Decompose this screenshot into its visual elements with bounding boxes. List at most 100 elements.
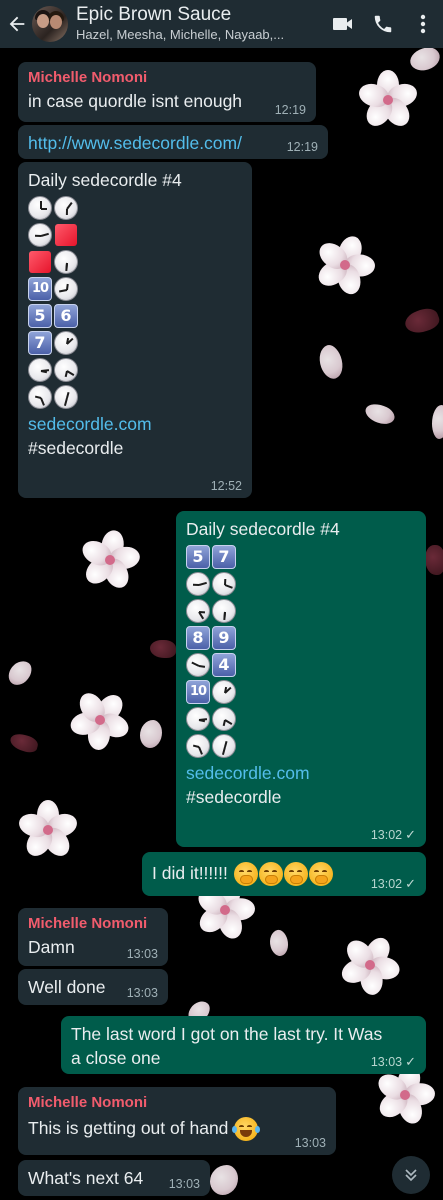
clock-emoji-icon	[28, 384, 52, 409]
emoji-group	[233, 862, 333, 887]
message-time: 13:03	[294, 1136, 326, 1150]
grid-row	[28, 383, 242, 410]
grid-row	[186, 732, 416, 759]
hand-over-mouth-face-icon	[308, 862, 333, 887]
message-time: 12:19	[286, 140, 318, 154]
grid-row	[186, 597, 416, 624]
grid-row: 89	[186, 624, 416, 651]
clock-emoji-icon	[212, 598, 236, 623]
number-keycap-emoji: 5	[186, 544, 210, 569]
message-time: 13:02 ✓	[370, 876, 416, 892]
clock-emoji-icon	[54, 195, 78, 220]
chat-title: Epic Brown Sauce	[76, 4, 232, 25]
message-text: I did it!!!!!!	[152, 863, 228, 883]
grid-row	[186, 705, 416, 732]
clock-emoji-icon	[54, 330, 78, 355]
red-square-emoji-icon	[55, 223, 77, 246]
number-keycap-emoji: 6	[54, 303, 78, 328]
read-check-icon: ✓	[405, 827, 416, 842]
message-bubble-incoming[interactable]: http://www.sedecordle.com/ 12:19	[18, 125, 328, 159]
message-bubble-incoming[interactable]: Daily sedecordle #4 10 5 6 7 sedecordle.com…	[18, 162, 252, 498]
chat-header: Epic Brown Sauce Hazel, Meesha, Michelle…	[0, 0, 443, 48]
message-bubble-incoming[interactable]: What's next 64 13:03	[18, 1160, 210, 1196]
grid-row: 4	[186, 651, 416, 678]
clock-emoji-icon	[28, 357, 52, 382]
number-keycap-emoji: 7	[212, 544, 236, 569]
clock-emoji-icon	[54, 249, 78, 274]
petal-decoration	[8, 731, 40, 755]
message-text: This is getting out of hand	[28, 1118, 229, 1138]
clock-emoji-icon	[28, 222, 52, 247]
message-bubble-incoming[interactable]: Michelle Nomoni Damn 13:03	[18, 908, 168, 966]
read-check-icon: ✓	[405, 876, 416, 891]
message-bubble-incoming[interactable]: Michelle Nomoni in case quordle isnt eno…	[18, 62, 316, 122]
message-link[interactable]: sedecordle.com	[28, 412, 242, 436]
grid-row: 56	[28, 302, 242, 329]
grid-row	[28, 356, 242, 383]
chat-title-area[interactable]: Epic Brown Sauce Hazel, Meesha, Michelle…	[76, 4, 323, 44]
result-grid: 10 5 6 7	[28, 194, 242, 410]
number-keycap-emoji: 5	[28, 303, 52, 328]
sender-name: Michelle Nomoni	[28, 69, 148, 86]
hashtag: #sedecordle	[28, 438, 124, 458]
red-square-emoji-icon	[29, 250, 51, 273]
clock-emoji-icon	[54, 357, 78, 382]
clock-emoji-icon	[186, 598, 210, 623]
message-time: 13:03	[126, 986, 158, 1000]
number-keycap-emoji: 10	[186, 679, 210, 704]
message-bubble-incoming[interactable]: Well done 13:03	[18, 969, 168, 1005]
number-keycap-emoji: 9	[212, 625, 236, 650]
petal-decoration	[140, 720, 162, 748]
grid-row: 57	[186, 543, 416, 570]
message-link[interactable]: http://www.sedecordle.com/	[28, 131, 318, 155]
clock-emoji-icon	[54, 384, 78, 409]
hashtag: #sedecordle	[186, 787, 282, 807]
petal-decoration	[432, 405, 443, 439]
message-time: 12:19	[274, 103, 306, 117]
message-bubble-outgoing[interactable]: The last word I got on the last try. It …	[61, 1016, 426, 1074]
scroll-to-bottom-button[interactable]	[392, 1156, 430, 1194]
message-text-line: The last word I got on the last try. It …	[71, 1024, 383, 1044]
group-avatar[interactable]	[32, 6, 68, 42]
number-keycap-emoji: 8	[186, 625, 210, 650]
petal-decoration	[4, 656, 36, 690]
phone-icon[interactable]	[363, 0, 403, 48]
petal-decoration	[210, 1165, 238, 1195]
back-arrow-icon[interactable]	[4, 13, 30, 35]
number-keycap-emoji: 4	[212, 652, 236, 677]
sender-name: Michelle Nomoni	[28, 1094, 148, 1111]
clock-emoji-icon	[28, 195, 52, 220]
petal-decoration	[314, 342, 348, 382]
petal-decoration	[408, 45, 442, 73]
message-time: 13:03	[126, 947, 158, 961]
message-text-line: a close one	[71, 1048, 161, 1068]
tears-of-joy-face-icon	[232, 1117, 261, 1142]
more-options-icon[interactable]	[403, 0, 443, 48]
message-bubble-outgoing[interactable]: Daily sedecordle #4 5 7 8 9 4 10 sedecordle.c…	[176, 511, 426, 847]
clock-emoji-icon	[212, 706, 236, 731]
message-title: Daily sedecordle #4	[186, 519, 340, 539]
petal-decoration	[402, 304, 442, 338]
clock-emoji-icon	[186, 652, 210, 677]
grid-row: 10	[186, 678, 416, 705]
message-bubble-outgoing[interactable]: I did it!!!!!! 13:02 ✓	[142, 852, 426, 896]
petal-decoration	[362, 399, 398, 429]
message-link[interactable]: sedecordle.com	[186, 761, 416, 785]
result-grid: 5 7 8 9 4 10	[186, 543, 416, 759]
petal-decoration	[266, 928, 292, 958]
grid-row	[28, 248, 242, 275]
number-keycap-emoji: 7	[28, 330, 52, 355]
message-bubble-incoming[interactable]: Michelle Nomoni This is getting out of h…	[18, 1087, 336, 1155]
message-time: 13:03	[168, 1177, 200, 1191]
clock-emoji-icon	[212, 571, 236, 596]
video-call-icon[interactable]	[323, 0, 363, 48]
clock-emoji-icon	[186, 571, 210, 596]
grid-row: 10	[28, 275, 242, 302]
chat-participants: Hazel, Meesha, Michelle, Nayaab,...	[76, 27, 285, 42]
message-time: 13:02 ✓	[370, 827, 416, 843]
clock-emoji-icon	[212, 679, 236, 704]
clock-emoji-icon	[186, 733, 210, 758]
clock-emoji-icon	[212, 733, 236, 758]
message-text: in case quordle isnt enough	[28, 91, 243, 111]
clock-emoji-icon	[186, 706, 210, 731]
